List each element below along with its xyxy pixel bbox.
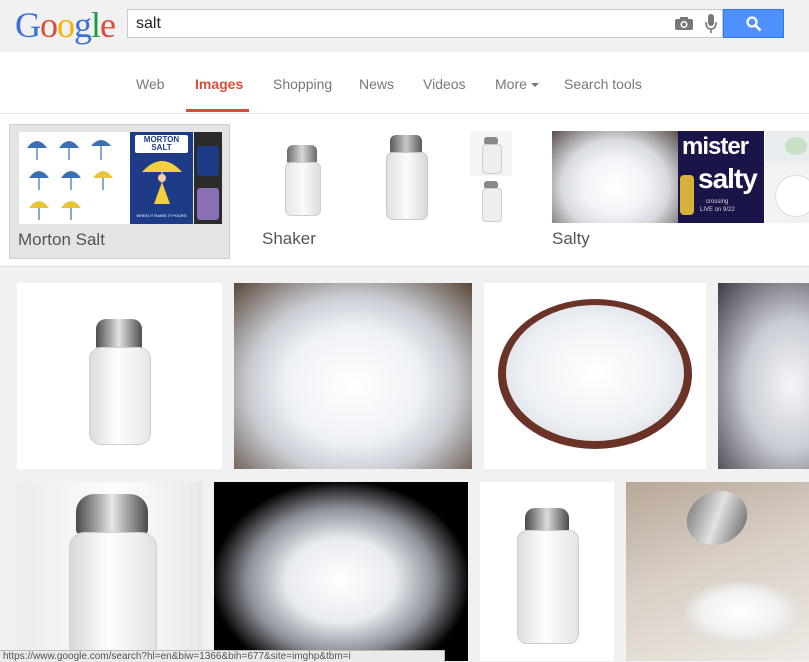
result-image-salt-pile-2[interactable] [718, 283, 809, 469]
umbrella-girl-logo-icon [142, 161, 182, 204]
result-image-shaker-spill[interactable] [626, 482, 809, 661]
google-logo[interactable]: Google [15, 5, 116, 45]
umbrella-girl-icon [27, 140, 113, 220]
status-bar-url: https://www.google.com/search?hl=en&biw=… [0, 650, 445, 662]
result-image-shaker-1[interactable] [17, 283, 222, 469]
camera-icon[interactable] [675, 17, 693, 30]
search-box [127, 9, 723, 38]
tab-images[interactable]: Images [195, 76, 243, 92]
result-image-salt-pile-3[interactable] [214, 482, 468, 661]
result-image-salt-pile-1[interactable] [234, 283, 472, 469]
search-tabs: Web Images Shopping News Videos More Sea… [0, 52, 809, 114]
related-label-salty: Salty [552, 229, 590, 248]
related-item-salty[interactable]: mister salty crossing LIVE on 9/22 Salty [550, 124, 809, 259]
related-label-morton-salt: Morton Salt [18, 230, 105, 249]
shaker-image-1 [262, 131, 342, 223]
morton-tagline: WHEN IT RAINS IT POURS [136, 213, 187, 218]
salty-image-3 [765, 131, 809, 161]
search-input[interactable] [136, 14, 656, 33]
chevron-down-icon [530, 83, 539, 88]
related-item-shaker[interactable]: Shaker [260, 124, 515, 259]
related-label-shaker: Shaker [262, 229, 316, 248]
poster-line-3: crossing [706, 199, 729, 205]
tab-videos[interactable]: Videos [423, 76, 466, 92]
search-button[interactable] [723, 9, 784, 38]
poster-line-2: salty [698, 163, 758, 194]
related-searches: MORTON SALT WHEN IT RAINS IT POURS Morton… [0, 114, 809, 267]
umbrella-girl-sketches-image [19, 132, 130, 224]
result-image-salt-bowl[interactable] [484, 283, 706, 469]
tab-web[interactable]: Web [136, 76, 165, 92]
morton-salt-containers-image [194, 132, 222, 224]
related-item-morton-salt[interactable]: MORTON SALT WHEN IT RAINS IT POURS Morton… [9, 124, 230, 259]
morton-salt-package-image: MORTON SALT WHEN IT RAINS IT POURS [130, 132, 193, 224]
header: Google [0, 0, 809, 52]
tab-search-tools[interactable]: Search tools [564, 76, 642, 92]
tab-more[interactable]: More [495, 76, 539, 92]
microphone-icon[interactable] [705, 14, 717, 34]
tab-news[interactable]: News [359, 76, 394, 92]
shaker-image-2 [342, 131, 470, 223]
result-image-shaker-3[interactable] [480, 482, 614, 661]
active-tab-indicator [186, 109, 249, 112]
salty-image-4 [765, 161, 809, 223]
search-icon [746, 16, 762, 32]
mister-salty-poster-image: mister salty crossing LIVE on 9/22 [678, 131, 764, 223]
tab-shopping[interactable]: Shopping [273, 76, 332, 92]
morton-brand-bottom: SALT [151, 143, 172, 152]
salt-pile-image [552, 131, 678, 223]
poster-line-1: mister [682, 133, 749, 160]
tab-more-label: More [495, 76, 527, 92]
shaker-image-4 [470, 177, 512, 223]
poster-line-4: LIVE on 9/22 [700, 207, 735, 213]
result-image-shaker-2[interactable] [17, 482, 202, 661]
shaker-image-3 [470, 131, 512, 176]
